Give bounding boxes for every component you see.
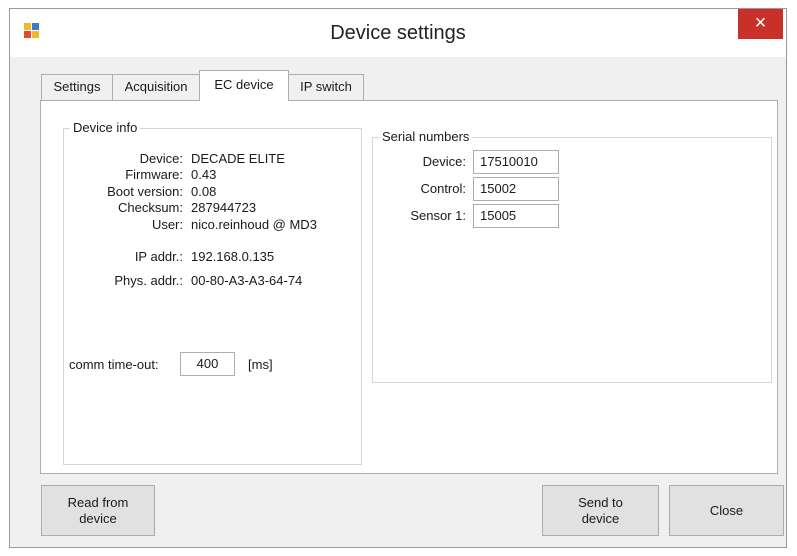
ip-address-label: IP addr.: <box>134 249 183 264</box>
serial-device-input[interactable]: 17510010 <box>473 150 559 174</box>
read-line2: device <box>79 510 117 526</box>
comm-timeout-unit: [ms] <box>248 357 273 372</box>
tab-acquisition[interactable]: Acquisition <box>112 74 200 100</box>
read-from-device-label: Read from device <box>68 495 129 527</box>
serial-numbers-group: Serial numbers Device: 17510010 Control:… <box>372 129 772 383</box>
comm-timeout-label: comm time-out: <box>69 357 159 372</box>
user-value: nico.reinhoud @ MD3 <box>191 217 317 232</box>
serial-device-label: Device: <box>422 154 466 169</box>
window-title: Device settings <box>330 22 466 44</box>
device-settings-window: Device settings × Settings Acquisition E… <box>9 8 787 548</box>
ip-address-value: 192.168.0.135 <box>191 249 275 264</box>
serial-numbers-title: Serial numbers <box>379 129 473 145</box>
boot-version-value: 0.08 <box>191 184 217 199</box>
serial-control-label: Control: <box>420 181 466 196</box>
read-line1: Read from <box>67 494 129 510</box>
serial-control-input[interactable]: 15002 <box>473 177 559 201</box>
send-to-device-label: Send to device <box>578 495 623 527</box>
firmware-label: Firmware: <box>125 167 183 182</box>
serial-sensor1-label: Sensor 1: <box>410 208 466 223</box>
checksum-label: Checksum: <box>117 200 183 215</box>
comm-timeout-input[interactable]: 400 <box>180 352 235 376</box>
title-bar[interactable]: Device settings × <box>10 9 786 57</box>
ec-device-panel: Device info Device: DECADE ELITE Firmwar… <box>40 100 778 474</box>
firmware-value: 0.43 <box>191 167 217 182</box>
tab-settings[interactable]: Settings <box>41 74 113 100</box>
tab-ip-switch[interactable]: IP switch <box>288 74 364 100</box>
device-info-group: Device info Device: DECADE ELITE Firmwar… <box>63 120 362 465</box>
user-label: User: <box>151 217 183 232</box>
device-value: DECADE ELITE <box>191 151 285 166</box>
checksum-value: 287944723 <box>191 200 257 215</box>
close-button[interactable]: Close <box>669 485 784 536</box>
send-line2: device <box>581 510 620 526</box>
close-window-button[interactable]: × <box>738 9 783 39</box>
read-from-device-button[interactable]: Read from device <box>41 485 155 536</box>
tab-ec-device[interactable]: EC device <box>199 70 289 101</box>
phys-address-label: Phys. addr.: <box>114 273 183 288</box>
device-info-title: Device info <box>70 120 141 136</box>
send-to-device-button[interactable]: Send to device <box>542 485 659 536</box>
phys-address-value: 00-80-A3-A3-64-74 <box>191 273 303 288</box>
send-line1: Send to <box>578 494 623 510</box>
serial-sensor1-input[interactable]: 15005 <box>473 204 559 228</box>
device-label: Device: <box>139 151 183 166</box>
boot-version-label: Boot version: <box>107 184 183 199</box>
